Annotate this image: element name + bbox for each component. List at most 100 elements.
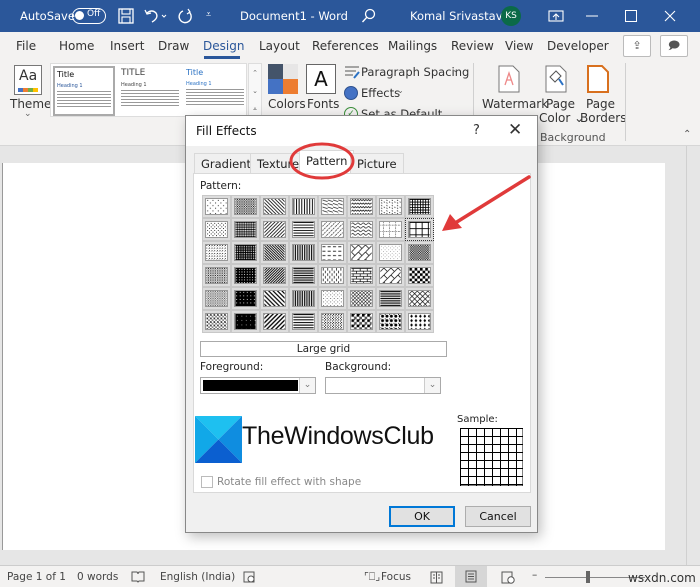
minimize-icon[interactable]: [585, 14, 599, 18]
pattern-swatch[interactable]: [405, 287, 434, 310]
gallery-scroll[interactable]: ⌃ ⌄ ⩡: [248, 63, 262, 117]
pattern-swatch[interactable]: [318, 264, 347, 287]
themes-chevron-icon[interactable]: ⌄: [24, 109, 32, 119]
pattern-swatch[interactable]: [289, 195, 318, 218]
background-color-select[interactable]: ⌄: [325, 377, 441, 394]
pattern-swatch[interactable]: [231, 218, 260, 241]
pattern-swatch[interactable]: [376, 264, 405, 287]
tab-developer[interactable]: Developer: [547, 39, 609, 53]
tab-texture[interactable]: Texture: [250, 153, 307, 173]
pattern-swatch[interactable]: [260, 195, 289, 218]
pattern-swatch[interactable]: [231, 310, 260, 333]
pattern-swatch[interactable]: [202, 218, 231, 241]
accessibility-icon[interactable]: [243, 571, 256, 584]
vertical-scrollbar[interactable]: [686, 146, 700, 565]
pattern-swatch[interactable]: [318, 241, 347, 264]
collapse-ribbon-icon[interactable]: ⌃: [683, 129, 691, 140]
pattern-swatch[interactable]: [376, 218, 405, 241]
tab-file[interactable]: File: [16, 39, 36, 53]
pattern-swatch[interactable]: [347, 195, 376, 218]
pattern-swatch[interactable]: [260, 241, 289, 264]
save-icon[interactable]: [118, 8, 134, 24]
page-count[interactable]: Page 1 of 1: [7, 571, 66, 583]
word-count[interactable]: 0 words: [77, 571, 118, 583]
fonts-button[interactable]: Fonts: [307, 97, 339, 111]
help-button[interactable]: ?: [473, 123, 480, 138]
colors-button[interactable]: Colors: [268, 97, 306, 111]
rotate-fill-checkbox[interactable]: [201, 476, 213, 488]
zoom-out-button[interactable]: –: [532, 569, 537, 581]
share-button[interactable]: ⇪: [623, 35, 651, 57]
pattern-swatch-selected[interactable]: [405, 218, 434, 241]
close-icon[interactable]: [663, 9, 677, 23]
pattern-swatch[interactable]: [289, 310, 318, 333]
pattern-swatch[interactable]: [260, 310, 289, 333]
ribbon-display-options-icon[interactable]: [548, 10, 564, 22]
tab-picture[interactable]: Picture: [350, 153, 404, 173]
pattern-swatch[interactable]: [347, 287, 376, 310]
pattern-swatch[interactable]: [289, 241, 318, 264]
pattern-swatch[interactable]: [347, 310, 376, 333]
foreground-color-select[interactable]: ⌄: [200, 377, 316, 394]
dialog-title-bar[interactable]: Fill Effects ? ✕: [186, 116, 537, 146]
tab-draw[interactable]: Draw: [158, 39, 189, 53]
pattern-swatch[interactable]: [405, 310, 434, 333]
pattern-swatch[interactable]: [202, 287, 231, 310]
focus-button[interactable]: Focus: [381, 571, 411, 583]
comments-button[interactable]: 🗩: [660, 35, 688, 57]
pattern-swatch[interactable]: [376, 287, 405, 310]
read-mode-icon[interactable]: [430, 571, 443, 584]
pattern-swatch[interactable]: [289, 287, 318, 310]
style-thumb-2[interactable]: TITLE Heading 1: [119, 66, 181, 116]
tab-references[interactable]: References: [312, 39, 379, 53]
pattern-swatch[interactable]: [231, 241, 260, 264]
pattern-swatch[interactable]: [202, 310, 231, 333]
pattern-swatch[interactable]: [260, 287, 289, 310]
style-thumb-1[interactable]: Title Heading 1: [53, 66, 115, 116]
style-thumb-3[interactable]: Title Heading 1: [184, 66, 246, 116]
gallery-down-icon[interactable]: ⌄: [249, 82, 261, 100]
pattern-swatch[interactable]: [318, 310, 347, 333]
pattern-swatch[interactable]: [231, 287, 260, 310]
customize-toolbar-icon[interactable]: ⩡: [206, 10, 211, 20]
pattern-swatch[interactable]: [405, 195, 434, 218]
avatar[interactable]: KS: [501, 6, 521, 26]
pattern-swatch[interactable]: [202, 264, 231, 287]
watermark-button[interactable]: Watermark: [482, 97, 548, 111]
proofing-icon[interactable]: [131, 571, 145, 583]
pattern-swatch[interactable]: [376, 195, 405, 218]
pattern-swatch[interactable]: [318, 287, 347, 310]
tab-home[interactable]: Home: [59, 39, 94, 53]
effects-button[interactable]: Effects: [361, 86, 400, 100]
redo-icon[interactable]: [177, 8, 195, 25]
search-icon[interactable]: [361, 8, 377, 24]
pattern-swatch[interactable]: [231, 195, 260, 218]
maximize-icon[interactable]: [624, 9, 638, 23]
tab-pattern[interactable]: Pattern: [299, 150, 355, 174]
page-borders-button[interactable]: Borders: [580, 111, 626, 125]
pattern-swatch[interactable]: [202, 195, 231, 218]
pattern-swatch[interactable]: [289, 264, 318, 287]
tab-layout[interactable]: Layout: [259, 39, 300, 53]
zoom-slider-thumb[interactable]: [586, 571, 590, 583]
page-color-button[interactable]: Color ⌄: [539, 111, 584, 125]
tab-review[interactable]: Review: [451, 39, 494, 53]
language[interactable]: English (India): [160, 571, 235, 583]
pattern-swatch[interactable]: [231, 264, 260, 287]
pattern-swatch[interactable]: [347, 241, 376, 264]
pattern-swatch[interactable]: [376, 241, 405, 264]
ok-button[interactable]: OK: [389, 506, 455, 527]
tab-insert[interactable]: Insert: [110, 39, 144, 53]
autosave-toggle[interactable]: Off: [72, 8, 106, 24]
pattern-swatch[interactable]: [405, 241, 434, 264]
pattern-swatch[interactable]: [260, 264, 289, 287]
dialog-close-button[interactable]: ✕: [508, 120, 522, 140]
print-layout-button[interactable]: [455, 566, 487, 587]
pattern-swatch[interactable]: [347, 218, 376, 241]
tab-view[interactable]: View: [505, 39, 533, 53]
cancel-button[interactable]: Cancel: [465, 506, 531, 527]
web-layout-icon[interactable]: [501, 571, 515, 584]
pattern-swatch[interactable]: [260, 218, 289, 241]
pattern-swatch[interactable]: [347, 264, 376, 287]
pattern-swatch[interactable]: [318, 195, 347, 218]
